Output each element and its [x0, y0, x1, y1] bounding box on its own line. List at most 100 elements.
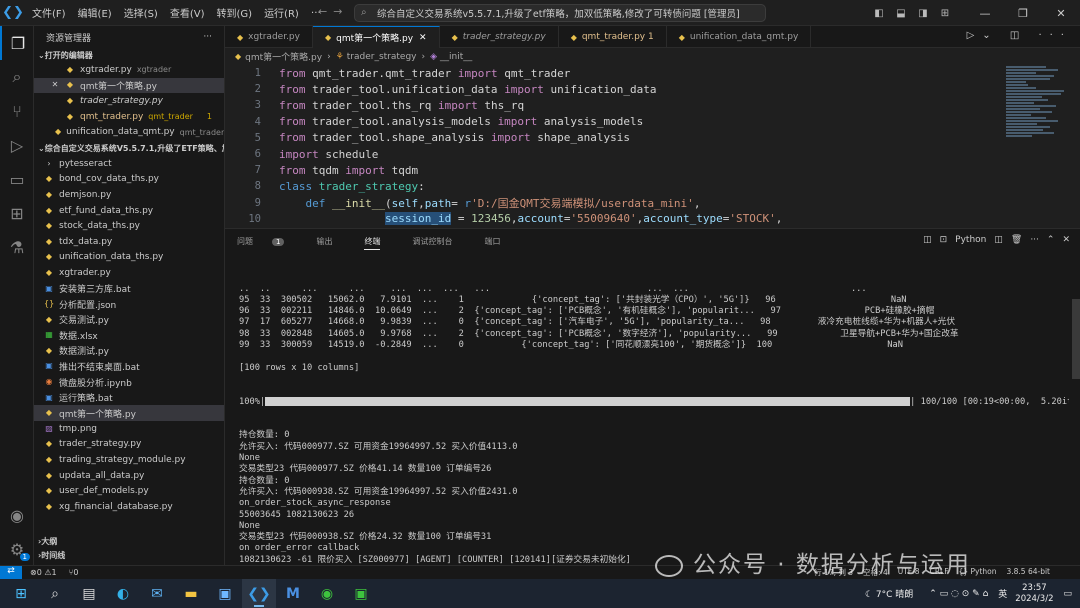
editor-tab[interactable]: ◆ trader_strategy.py: [440, 26, 559, 48]
wechat-icon[interactable]: ◉: [310, 579, 344, 608]
close-tab-icon[interactable]: ✕: [419, 33, 427, 43]
split-terminal-icon[interactable]: ◫: [923, 235, 932, 245]
panel-tab[interactable]: 输出: [316, 236, 348, 247]
file-tree-item[interactable]: ▣ 运行策略.bat: [34, 390, 224, 406]
code-line[interactable]: 3 from trader_tool.ths_rq import ths_rq: [225, 97, 1080, 113]
terminal-scrollbar[interactable]: [1072, 299, 1080, 379]
menu-selection[interactable]: 选择(S): [118, 5, 164, 20]
file-tree-item[interactable]: ◆ trader_strategy.py: [34, 437, 224, 453]
account-icon[interactable]: ◉: [0, 498, 34, 532]
file-tree-item[interactable]: ▦ 数据.xlsx: [34, 328, 224, 344]
file-tree-item[interactable]: ◆ trading_strategy_module.py: [34, 452, 224, 468]
panel-tab[interactable]: 终端: [364, 236, 396, 250]
file-tree-item[interactable]: {} 分析配置.json: [34, 296, 224, 312]
file-tree-item[interactable]: ◆ qmt第一个策略.py: [34, 405, 224, 422]
terminal-app-icon[interactable]: ▣: [344, 579, 378, 608]
file-tree-item[interactable]: ◆ stock_data_ths.py: [34, 218, 224, 234]
settings-gear-icon[interactable]: ⚙ 1: [0, 532, 34, 566]
ports-status[interactable]: ⑂0: [69, 568, 79, 577]
menu-edit[interactable]: 编辑(E): [72, 5, 118, 20]
task-view-icon[interactable]: ▤: [72, 579, 106, 608]
code-line[interactable]: 6 import schedule: [225, 146, 1080, 162]
folder-header[interactable]: ⌄ 综合自定义交易系统V5.5.7.1,升级了ETF策略、加...: [34, 142, 224, 156]
code-line[interactable]: 5 from trader_tool.shape_analysis import …: [225, 130, 1080, 146]
close-editor-icon[interactable]: [50, 96, 60, 106]
mail-icon[interactable]: ✉: [140, 579, 174, 608]
breadcrumb-method[interactable]: __init__: [440, 52, 472, 62]
store-icon[interactable]: ▣: [208, 579, 242, 608]
file-tree-item[interactable]: ◆ demjson.py: [34, 187, 224, 203]
file-tree-item[interactable]: ▣ 推出不结束桌面.bat: [34, 359, 224, 375]
source-control-icon[interactable]: ⑂: [0, 94, 34, 128]
problems-status[interactable]: ⊗0 ⚠1: [30, 568, 57, 577]
close-editor-icon[interactable]: [50, 65, 60, 75]
toggle-sidebar-icon[interactable]: ◧: [868, 8, 890, 19]
remote-explorer-icon[interactable]: ▭: [0, 162, 34, 196]
file-tree-item[interactable]: ◆ 交易测试.py: [34, 312, 224, 328]
trash-icon[interactable]: 🗑: [1011, 235, 1022, 245]
file-tree-item[interactable]: ◆ user_def_models.py: [34, 483, 224, 499]
panel-tab[interactable]: 问题 1: [237, 236, 300, 247]
toggle-panel-icon[interactable]: ⬓: [890, 8, 912, 19]
status-item[interactable]: 3.8.5 64-bit: [1006, 567, 1050, 578]
open-editors-header[interactable]: ⌄ 打开的编辑器: [34, 48, 224, 62]
open-editor-item[interactable]: ◆ qmt_trader.py qmt_trader 1: [34, 109, 224, 125]
testing-icon[interactable]: ⚗: [0, 230, 34, 264]
editor-tab[interactable]: ◆ qmt_trader.py 1: [559, 26, 667, 48]
more-icon[interactable]: ···: [1030, 235, 1039, 245]
open-editor-item[interactable]: ◆ trader_strategy.py: [34, 93, 224, 109]
toggle-secondary-icon[interactable]: ◨: [912, 8, 934, 19]
file-tree-item[interactable]: ◆ xg_financial_database.py: [34, 499, 224, 515]
close-editor-icon[interactable]: ✕: [50, 80, 60, 90]
tray-icons[interactable]: ⌃ ▭ ◌ ⊙ ✎ ⌂: [929, 589, 988, 599]
breadcrumb-class[interactable]: trader_strategy: [347, 52, 417, 62]
close-panel-icon[interactable]: ✕: [1062, 235, 1070, 245]
close-button[interactable]: ✕: [1042, 7, 1080, 20]
file-tree-item[interactable]: ▣ 安装第三方库.bat: [34, 281, 224, 297]
open-editor-item[interactable]: ✕ ◆ qmt第一个策略.py: [34, 77, 224, 94]
file-tree-item[interactable]: ▨ tmp.png: [34, 421, 224, 437]
code-editor[interactable]: 1 from qmt_trader.qmt_trader import qmt_t…: [225, 65, 1080, 228]
file-explorer-icon[interactable]: ▬: [174, 579, 208, 608]
nav-arrows[interactable]: ←→: [318, 5, 348, 18]
file-tree-item[interactable]: ◉ 微盘股分析.ipynb: [34, 374, 224, 390]
clock[interactable]: 23:57 2024/3/2: [1015, 583, 1053, 605]
editor-tab[interactable]: ◆ unification_data_qmt.py: [667, 26, 812, 48]
file-tree-item[interactable]: ◆ tdx_data.py: [34, 234, 224, 250]
split-icon[interactable]: ◫: [994, 235, 1003, 245]
outline-header[interactable]: › 大纲: [34, 534, 224, 548]
terminal-output[interactable]: .. .. ... ... ... ... ... ... ... ... ..…: [239, 261, 1069, 566]
windows-start-icon[interactable]: ⊞: [4, 579, 38, 608]
menu-file[interactable]: 文件(F): [26, 5, 72, 20]
breadcrumb-file[interactable]: qmt第一个策略.py: [245, 50, 322, 63]
weather-widget[interactable]: ☾ 7°C 晴朗: [865, 587, 913, 600]
ime-indicator[interactable]: 英: [998, 587, 1007, 600]
file-tree-item[interactable]: ◆ updata_all_data.py: [34, 468, 224, 484]
code-line[interactable]: 9 def __init__(self,path= r'D:/国金QMT交易端模…: [225, 195, 1080, 211]
extensions-icon[interactable]: ⊞: [0, 196, 34, 230]
panel-tab[interactable]: 端口: [484, 236, 516, 247]
code-line[interactable]: 1 from qmt_trader.qmt_trader import qmt_t…: [225, 65, 1080, 81]
editor-tab[interactable]: ◆ xgtrader.py: [225, 26, 313, 48]
menu-go[interactable]: 转到(G): [211, 5, 259, 20]
maximize-panel-icon[interactable]: ⌃: [1047, 235, 1055, 245]
vscode-taskbar-icon[interactable]: ❮❯: [242, 579, 276, 608]
file-tree-item[interactable]: ◆ 数据测试.py: [34, 343, 224, 359]
panel-tab[interactable]: 调试控制台: [412, 236, 468, 247]
code-line[interactable]: 2 from trader_tool.unification_data impor…: [225, 81, 1080, 97]
code-line[interactable]: 10 session_id = 123456,account='55009640…: [225, 211, 1080, 227]
open-editor-item[interactable]: ◆ xgtrader.py xgtrader: [34, 62, 224, 78]
terminal-shell-label[interactable]: Python: [955, 235, 986, 245]
explorer-icon[interactable]: ❐: [0, 26, 34, 60]
remote-indicator-icon[interactable]: ⇄: [0, 565, 22, 580]
search-icon[interactable]: ⌕: [0, 60, 34, 94]
file-tree-item[interactable]: ◆ unification_data_ths.py: [34, 250, 224, 266]
code-line[interactable]: 7 from tqdm import tqdm: [225, 162, 1080, 178]
app-m-icon[interactable]: M: [276, 579, 310, 608]
run-debug-icon[interactable]: ▷: [0, 128, 34, 162]
file-tree-item[interactable]: ◆ etf_fund_data_ths.py: [34, 203, 224, 219]
notification-icon[interactable]: ▭: [1063, 589, 1072, 599]
file-tree-item[interactable]: ◆ xgtrader.py: [34, 265, 224, 281]
file-tree-item[interactable]: ◆ bond_cov_data_ths.py: [34, 172, 224, 188]
layout-icon[interactable]: ⊞: [934, 8, 956, 19]
